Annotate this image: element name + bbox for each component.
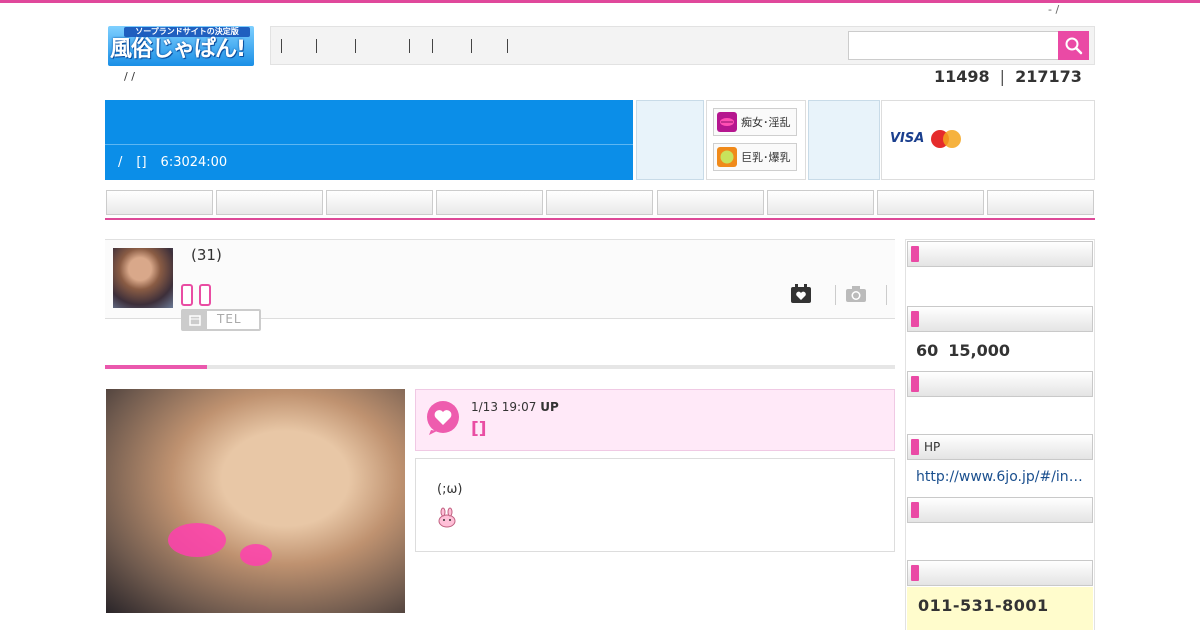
nav-separator bbox=[355, 39, 356, 53]
search-input[interactable] bbox=[848, 31, 1058, 60]
diary-photo[interactable] bbox=[106, 389, 405, 613]
search-icon bbox=[1065, 37, 1082, 54]
mastercard-icon bbox=[931, 130, 961, 148]
count-divider: | bbox=[999, 67, 1006, 86]
menu-item[interactable] bbox=[436, 190, 543, 215]
menu-item[interactable] bbox=[546, 190, 653, 215]
homepage-link[interactable]: http://www.6jo.jp/#/index bbox=[916, 469, 1090, 485]
tab-indicator bbox=[105, 365, 895, 369]
tel-button[interactable]: TEL bbox=[181, 309, 261, 331]
post-header bbox=[415, 389, 895, 451]
nav-separator bbox=[316, 39, 317, 53]
logo-sub-links[interactable]: / / bbox=[124, 70, 135, 83]
heart-bubble-icon bbox=[427, 401, 459, 435]
nav-separator bbox=[409, 39, 410, 53]
menu-item[interactable] bbox=[767, 190, 874, 215]
banner-divider bbox=[105, 144, 633, 145]
post-date-day: 1/13 bbox=[471, 400, 498, 414]
search-button[interactable] bbox=[1058, 31, 1089, 60]
category-panel-right bbox=[808, 100, 880, 180]
avatar[interactable] bbox=[113, 248, 173, 308]
menu-item[interactable] bbox=[106, 190, 213, 215]
profile-age: (31) bbox=[191, 246, 222, 264]
banner-separator: / bbox=[118, 155, 123, 170]
icon-divider bbox=[835, 285, 836, 305]
site-counts: 11498 | 217173 bbox=[934, 67, 1082, 86]
lips-sticker bbox=[168, 523, 226, 557]
banner-bracket: [] bbox=[136, 155, 147, 170]
icon-divider bbox=[886, 285, 887, 305]
post-text: (;ω) bbox=[437, 482, 463, 497]
post-title[interactable]: [] bbox=[471, 419, 487, 439]
price-info: 60 15,000 bbox=[916, 341, 1020, 360]
category-button-kyonyu[interactable]: 巨乳･爆乳 bbox=[713, 143, 797, 171]
girl-count: 217173 bbox=[1015, 67, 1082, 86]
category-panel-left bbox=[636, 100, 704, 180]
top-links[interactable]: - / bbox=[1048, 3, 1059, 16]
post-date: 1/13 19:07 UP bbox=[471, 400, 559, 414]
post-body bbox=[415, 458, 895, 552]
shop-count: 11498 bbox=[934, 67, 990, 86]
sidebar-heading bbox=[907, 306, 1093, 332]
main-menu bbox=[105, 190, 1095, 220]
price-minutes: 60 bbox=[916, 341, 939, 360]
calendar-icon bbox=[183, 311, 207, 329]
camera-icon[interactable] bbox=[845, 285, 867, 303]
menu-item[interactable] bbox=[877, 190, 984, 215]
calendar-heart-icon[interactable] bbox=[790, 284, 812, 304]
category-button-chijo[interactable]: 痴女･淫乱 bbox=[713, 108, 797, 136]
lips-icon bbox=[717, 112, 737, 132]
site-logo[interactable]: ソープランドサイトの決定版 風俗じゃぱん! bbox=[108, 26, 254, 66]
nav-separator bbox=[507, 39, 508, 53]
nav-separator bbox=[432, 39, 433, 53]
profile-panel bbox=[105, 239, 895, 319]
profile-tag bbox=[199, 284, 211, 306]
banner-info: / [] 6:3024:00 bbox=[118, 155, 241, 170]
visa-logo: VISA bbox=[890, 131, 925, 146]
sidebar-heading-hp: HP bbox=[907, 434, 1093, 460]
menu-item[interactable] bbox=[657, 190, 764, 215]
menu-item[interactable] bbox=[987, 190, 1094, 215]
post-up-label: UP bbox=[540, 400, 559, 414]
sidebar-heading bbox=[907, 560, 1093, 586]
post-time: 19:07 bbox=[501, 400, 537, 414]
sidebar-heading bbox=[907, 371, 1093, 397]
phone-number[interactable]: 011-531-8001 bbox=[918, 596, 1049, 615]
hp-label: HP bbox=[924, 440, 941, 454]
nav-separator bbox=[471, 39, 472, 53]
logo-text: 風俗じゃぱん! bbox=[110, 37, 246, 62]
nav-separator bbox=[281, 39, 282, 53]
melon-icon bbox=[717, 147, 737, 167]
menu-item[interactable] bbox=[326, 190, 433, 215]
business-hours: 6:3024:00 bbox=[160, 155, 228, 170]
profile-tag bbox=[181, 284, 193, 306]
sidebar-heading bbox=[907, 497, 1093, 523]
category-label: 巨乳･爆乳 bbox=[741, 151, 791, 164]
lips-sticker bbox=[240, 544, 272, 566]
sidebar-heading bbox=[907, 241, 1093, 267]
active-tab-indicator[interactable] bbox=[105, 365, 207, 369]
menu-item[interactable] bbox=[216, 190, 323, 215]
category-label: 痴女･淫乱 bbox=[741, 116, 791, 129]
top-accent-line bbox=[0, 0, 1200, 3]
rabbit-emoji-icon bbox=[438, 507, 456, 528]
tel-label: TEL bbox=[217, 312, 242, 326]
price-yen: 15,000 bbox=[948, 341, 1011, 360]
